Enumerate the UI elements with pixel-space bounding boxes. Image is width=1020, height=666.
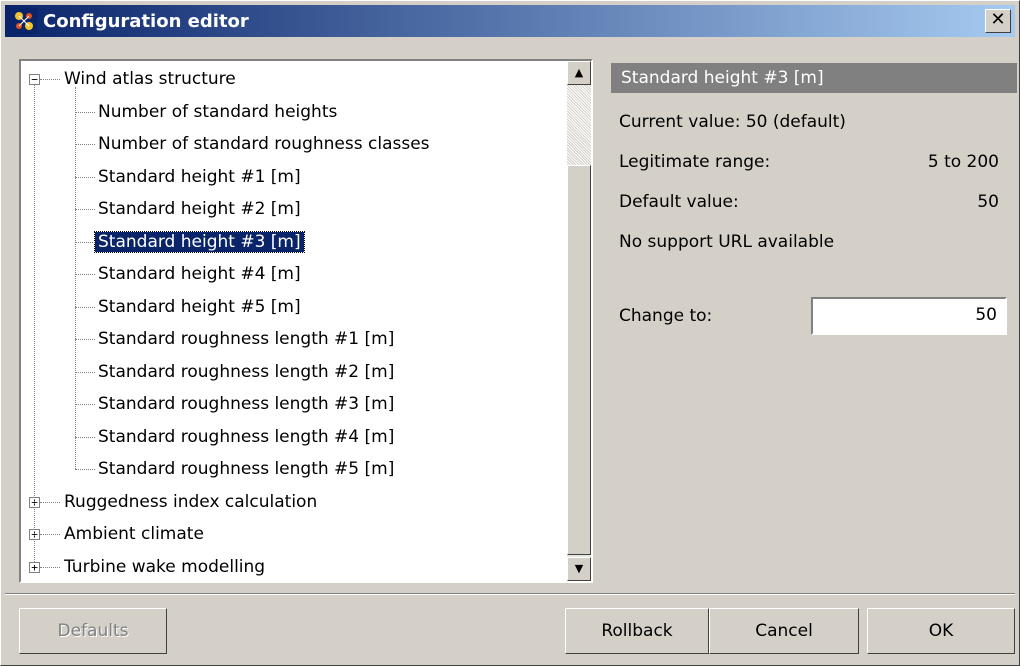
tree-item-setting[interactable]: Standard height #1 [m] — [95, 163, 304, 191]
window-title: Configuration editor — [43, 10, 249, 32]
tree-connector — [40, 79, 60, 80]
tree-group[interactable]: Ambient climate — [61, 520, 207, 548]
button-separator — [5, 593, 1015, 595]
tree-group[interactable]: Ruggedness index calculation — [61, 488, 320, 516]
scroll-thumb[interactable] — [567, 165, 591, 555]
tree-item-setting[interactable]: Standard roughness length #3 [m] — [95, 390, 397, 418]
tree-item-label: Standard height #5 [m] — [98, 296, 301, 317]
tree-item-setting[interactable]: Number of standard heights — [95, 98, 340, 126]
tree-item-label: Standard roughness length #3 [m] — [98, 394, 395, 414]
tree-connector — [75, 274, 95, 275]
tree-connector — [40, 566, 60, 568]
tree-item-setting[interactable]: Standard roughness length #4 [m] — [95, 423, 397, 451]
tree-group-label: Turbine wake modelling — [64, 556, 266, 577]
default-value-label: Default value: — [619, 192, 739, 212]
rollback-button[interactable]: Rollback — [565, 608, 709, 654]
tree-connector — [75, 436, 95, 438]
tree-connector — [75, 176, 95, 178]
legitimate-range-label: Legitimate range: — [619, 152, 771, 172]
tree-item-setting[interactable]: Standard height #4 [m] — [95, 260, 304, 288]
scroll-down-button[interactable]: ▼ — [567, 557, 591, 581]
current-value-text: Current value: 50 (default) — [619, 112, 846, 132]
tree-connector — [40, 501, 60, 503]
tree-item-setting[interactable]: Standard roughness length #5 [m] — [95, 455, 397, 483]
tree-group-label: Wind atlas structure — [64, 69, 236, 89]
tree-connector — [75, 339, 95, 340]
tree-item-setting[interactable]: Standard height #2 [m] — [95, 195, 304, 223]
tree-connector — [75, 241, 95, 243]
tree-group-wind-atlas-structure[interactable]: Wind atlas structure — [61, 65, 239, 93]
legitimate-range-value: 5 to 200 — [927, 152, 999, 172]
tree-group[interactable]: Turbine wake modelling — [61, 553, 268, 581]
change-to-input[interactable]: 50 — [811, 297, 1007, 335]
tree-item-label: Standard height #1 [m] — [98, 166, 301, 187]
tree-item-setting[interactable]: Standard height #5 [m] — [95, 293, 304, 321]
tree-connector — [75, 144, 95, 145]
tree-item-label: Standard roughness length #4 [m] — [98, 426, 395, 447]
cancel-button[interactable]: Cancel — [709, 608, 859, 654]
tree-item-label: Standard height #2 [m] — [98, 199, 301, 219]
detail-header: Standard height #3 [m] — [611, 63, 1017, 93]
tree-item-label: Standard roughness length #5 [m] — [98, 459, 395, 479]
tree-connector — [75, 209, 95, 210]
tree-item-setting[interactable]: Number of standard roughness classes — [95, 130, 433, 158]
close-icon: ✕ — [990, 9, 1006, 30]
arrow-up-icon: ▲ — [574, 66, 584, 79]
tree-scrollbar[interactable]: ▲ ▼ — [567, 61, 591, 581]
tree-connector — [75, 404, 95, 405]
arrow-down-icon: ▼ — [574, 562, 584, 575]
collapse-icon[interactable]: − — [29, 74, 40, 85]
change-to-label: Change to: — [619, 306, 713, 326]
tree-item-setting[interactable]: Standard roughness length #2 [m] — [95, 358, 397, 386]
tree-connector — [75, 87, 76, 469]
tree-item-label: Number of standard roughness classes — [98, 134, 430, 154]
tree-connector — [34, 85, 35, 562]
tree-connector — [40, 534, 60, 535]
scroll-up-button[interactable]: ▲ — [567, 61, 591, 85]
tree-item-label: Standard roughness length #1 [m] — [98, 329, 395, 349]
default-value-value: 50 — [977, 192, 999, 212]
scroll-track[interactable] — [567, 85, 591, 165]
tree-connector — [75, 111, 95, 113]
tree-connector — [75, 469, 95, 470]
support-url-text: No support URL available — [619, 232, 835, 252]
config-tree[interactable]: ▲ ▼ Wind atlas structure − Number of stand… — [19, 59, 593, 583]
tree-item-label: Standard height #4 [m] — [98, 264, 301, 284]
tree-item-setting[interactable]: Standard height #3 [m] — [94, 228, 305, 256]
tree-connector — [75, 306, 95, 308]
defaults-button[interactable]: Defaults — [19, 608, 167, 654]
configuration-editor-window: Configuration editor ✕ ▲ ▼ Wind atlas st… — [0, 0, 1020, 666]
app-icon — [11, 8, 37, 34]
title-bar: Configuration editor ✕ — [5, 5, 1015, 37]
tree-item-label: Number of standard heights — [98, 101, 338, 122]
ok-button[interactable]: OK — [867, 608, 1015, 654]
tree-item-label: Standard height #3 [m] — [94, 230, 305, 253]
tree-item-setting[interactable]: Standard roughness length #1 [m] — [95, 325, 397, 353]
tree-group-label: Ruggedness index calculation — [64, 491, 318, 512]
tree-connector — [75, 371, 95, 373]
close-button[interactable]: ✕ — [985, 9, 1011, 33]
tree-group-label: Ambient climate — [64, 524, 204, 544]
expand-icon[interactable]: + — [29, 561, 40, 573]
tree-item-label: Standard roughness length #2 [m] — [98, 361, 395, 382]
